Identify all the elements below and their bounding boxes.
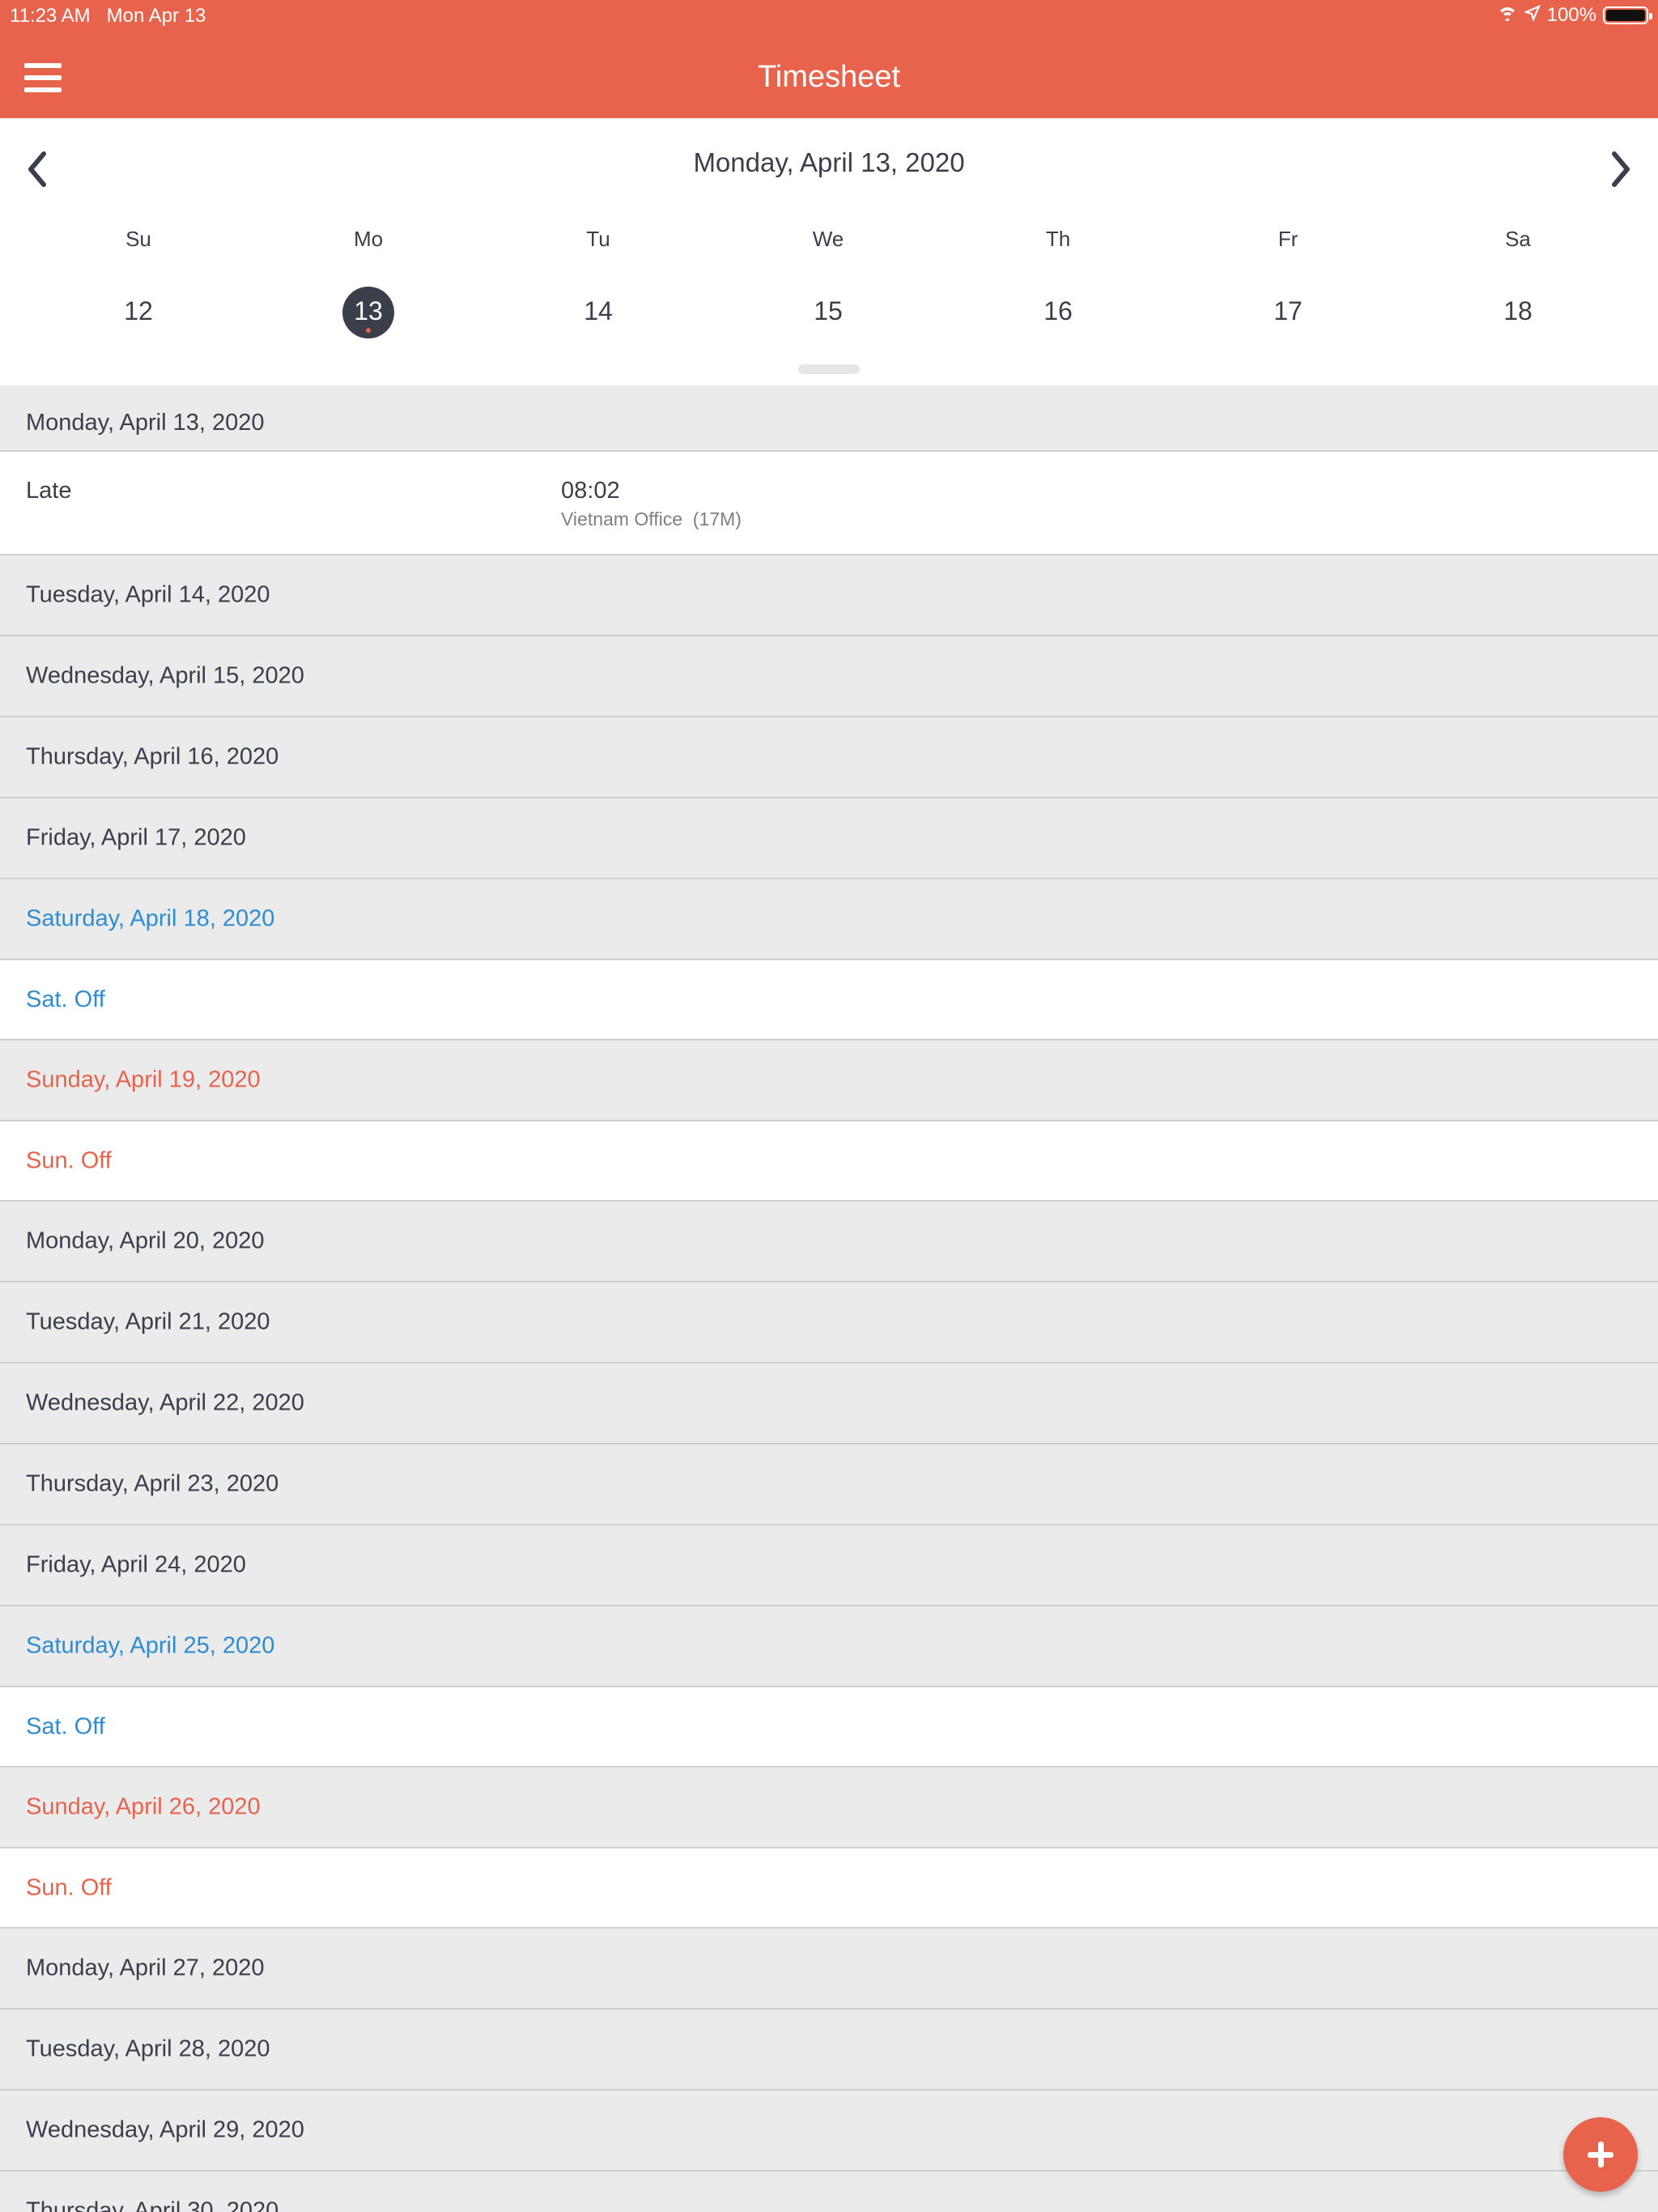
- weekday-label: Fr: [1278, 227, 1299, 251]
- entry-duration: (17M): [692, 508, 742, 530]
- day-header-label: Thursday, April 30, 2020: [26, 2197, 279, 2212]
- day-header-label: Monday, April 13, 2020: [26, 410, 265, 436]
- week-days: 12 13 14 15 16 17 18: [0, 285, 1658, 338]
- day-header-label: Tuesday, April 28, 2020: [26, 2035, 270, 2062]
- day-section-header: Tuesday, April 28, 2020: [0, 2010, 1658, 2091]
- day-section-header: Tuesday, April 21, 2020: [0, 1283, 1658, 1363]
- day-off-row[interactable]: Sun. Off: [0, 1848, 1658, 1929]
- day-header-label: Thursday, April 16, 2020: [26, 743, 279, 770]
- weekday-label: Mo: [353, 227, 384, 251]
- day-header-label: Thursday, April 23, 2020: [26, 1470, 279, 1497]
- status-date: Mon Apr 13: [106, 5, 206, 27]
- day-cell[interactable]: 12: [23, 285, 253, 337]
- weekday-header: Su Mo Tu We Th Fr Sa: [0, 227, 1658, 252]
- status-time-date: 11:23 AM Mon Apr 13: [10, 5, 206, 28]
- app-header: 11:23 AM Mon Apr 13 100% Timesheet: [0, 0, 1658, 118]
- weekday-label: Su: [125, 227, 151, 251]
- day-off-label: Sat. Off: [26, 986, 105, 1012]
- day-section-header: Saturday, April 18, 2020: [0, 879, 1658, 960]
- day-off-row[interactable]: Sun. Off: [0, 1121, 1658, 1202]
- day-cell[interactable]: 16: [943, 285, 1173, 337]
- day-section-header: Thursday, April 30, 2020: [0, 2172, 1658, 2212]
- battery-icon: [1603, 6, 1652, 24]
- entry-time: 08:02: [561, 478, 620, 504]
- day-header-label: Tuesday, April 21, 2020: [26, 1308, 270, 1335]
- day-section-header: Wednesday, April 22, 2020: [0, 1363, 1658, 1444]
- wifi-icon: [1497, 3, 1518, 27]
- day-cell[interactable]: 18: [1403, 285, 1633, 337]
- day-section-header: Monday, April 20, 2020: [0, 1202, 1658, 1283]
- weekday-label: Th: [1045, 227, 1071, 251]
- week-calendar: Monday, April 13, 2020 Su Mo Tu We Th Fr…: [0, 118, 1658, 385]
- day-header-label: Wednesday, April 15, 2020: [26, 662, 304, 689]
- day-cell[interactable]: 17: [1173, 285, 1403, 337]
- day-header-label: Monday, April 20, 2020: [26, 1227, 265, 1254]
- event-dot-icon: [366, 328, 371, 333]
- calendar-selected-date: Monday, April 13, 2020: [693, 147, 965, 177]
- day-cell[interactable]: 15: [713, 285, 943, 337]
- entry-status: Late: [26, 478, 72, 504]
- day-off-label: Sun. Off: [26, 1874, 112, 1900]
- day-off-label: Sat. Off: [26, 1713, 105, 1739]
- status-time: 11:23 AM: [10, 5, 91, 27]
- day-section-header: Friday, April 17, 2020: [0, 798, 1658, 879]
- day-header-label: Monday, April 27, 2020: [26, 1955, 265, 1981]
- day-header-label: Saturday, April 18, 2020: [26, 905, 275, 932]
- day-section-header: Monday, April 27, 2020: [0, 1929, 1658, 2010]
- weekday-label: We: [812, 227, 844, 251]
- day-header-label: Saturday, April 25, 2020: [26, 1632, 275, 1659]
- day-section-header: Saturday, April 25, 2020: [0, 1606, 1658, 1687]
- status-indicators: 100%: [1497, 3, 1652, 27]
- day-off-row[interactable]: Sat. Off: [0, 960, 1658, 1040]
- add-entry-button[interactable]: [1563, 2117, 1638, 2192]
- day-section-header: Thursday, April 16, 2020: [0, 717, 1658, 798]
- day-header-label: Tuesday, April 14, 2020: [26, 581, 270, 608]
- day-cell[interactable]: 14: [483, 285, 713, 337]
- weekday-label: Tu: [586, 227, 610, 251]
- day-off-label: Sun. Off: [26, 1147, 112, 1173]
- location-arrow-icon: [1523, 4, 1541, 27]
- status-bar: 11:23 AM Mon Apr 13 100%: [0, 0, 1658, 32]
- day-section-header: Thursday, April 23, 2020: [0, 1444, 1658, 1525]
- entry-location-name: Vietnam Office: [561, 508, 683, 530]
- day-section-header: Sunday, April 19, 2020: [0, 1040, 1658, 1121]
- page-title: Timesheet: [758, 60, 900, 94]
- entry-location: Vietnam Office (17M): [561, 508, 742, 530]
- day-header-label: Sunday, April 26, 2020: [26, 1793, 261, 1820]
- day-section-header: Friday, April 24, 2020: [0, 1525, 1658, 1606]
- day-cell-selected[interactable]: 13: [253, 285, 483, 338]
- day-section-header: Wednesday, April 15, 2020: [0, 636, 1658, 717]
- timesheet-entry[interactable]: Late 08:02 Vietnam Office (17M): [0, 452, 1658, 555]
- day-header-label: Friday, April 17, 2020: [26, 824, 246, 851]
- day-off-row[interactable]: Sat. Off: [0, 1687, 1658, 1767]
- plus-icon-stroke: [1598, 2142, 1604, 2167]
- day-header-label: Sunday, April 19, 2020: [26, 1066, 261, 1093]
- chevron-right-icon[interactable]: [1605, 149, 1637, 189]
- day-section-header: Monday, April 13, 2020: [0, 385, 1658, 452]
- calendar-drag-handle[interactable]: [798, 364, 860, 374]
- day-section-header: Sunday, April 26, 2020: [0, 1767, 1658, 1848]
- day-header-label: Wednesday, April 29, 2020: [26, 2116, 304, 2143]
- day-section-header: Wednesday, April 29, 2020: [0, 2091, 1658, 2172]
- weekday-label: Sa: [1505, 227, 1531, 251]
- selected-day-number: 13: [354, 296, 383, 325]
- day-section-header: Tuesday, April 14, 2020: [0, 555, 1658, 636]
- day-header-label: Friday, April 24, 2020: [26, 1551, 246, 1578]
- battery-percent: 100%: [1546, 3, 1596, 26]
- timesheet-list: Monday, April 13, 2020 Late 08:02 Vietna…: [0, 385, 1658, 2212]
- day-header-label: Wednesday, April 22, 2020: [26, 1389, 304, 1416]
- selected-day-circle: 13: [342, 287, 394, 338]
